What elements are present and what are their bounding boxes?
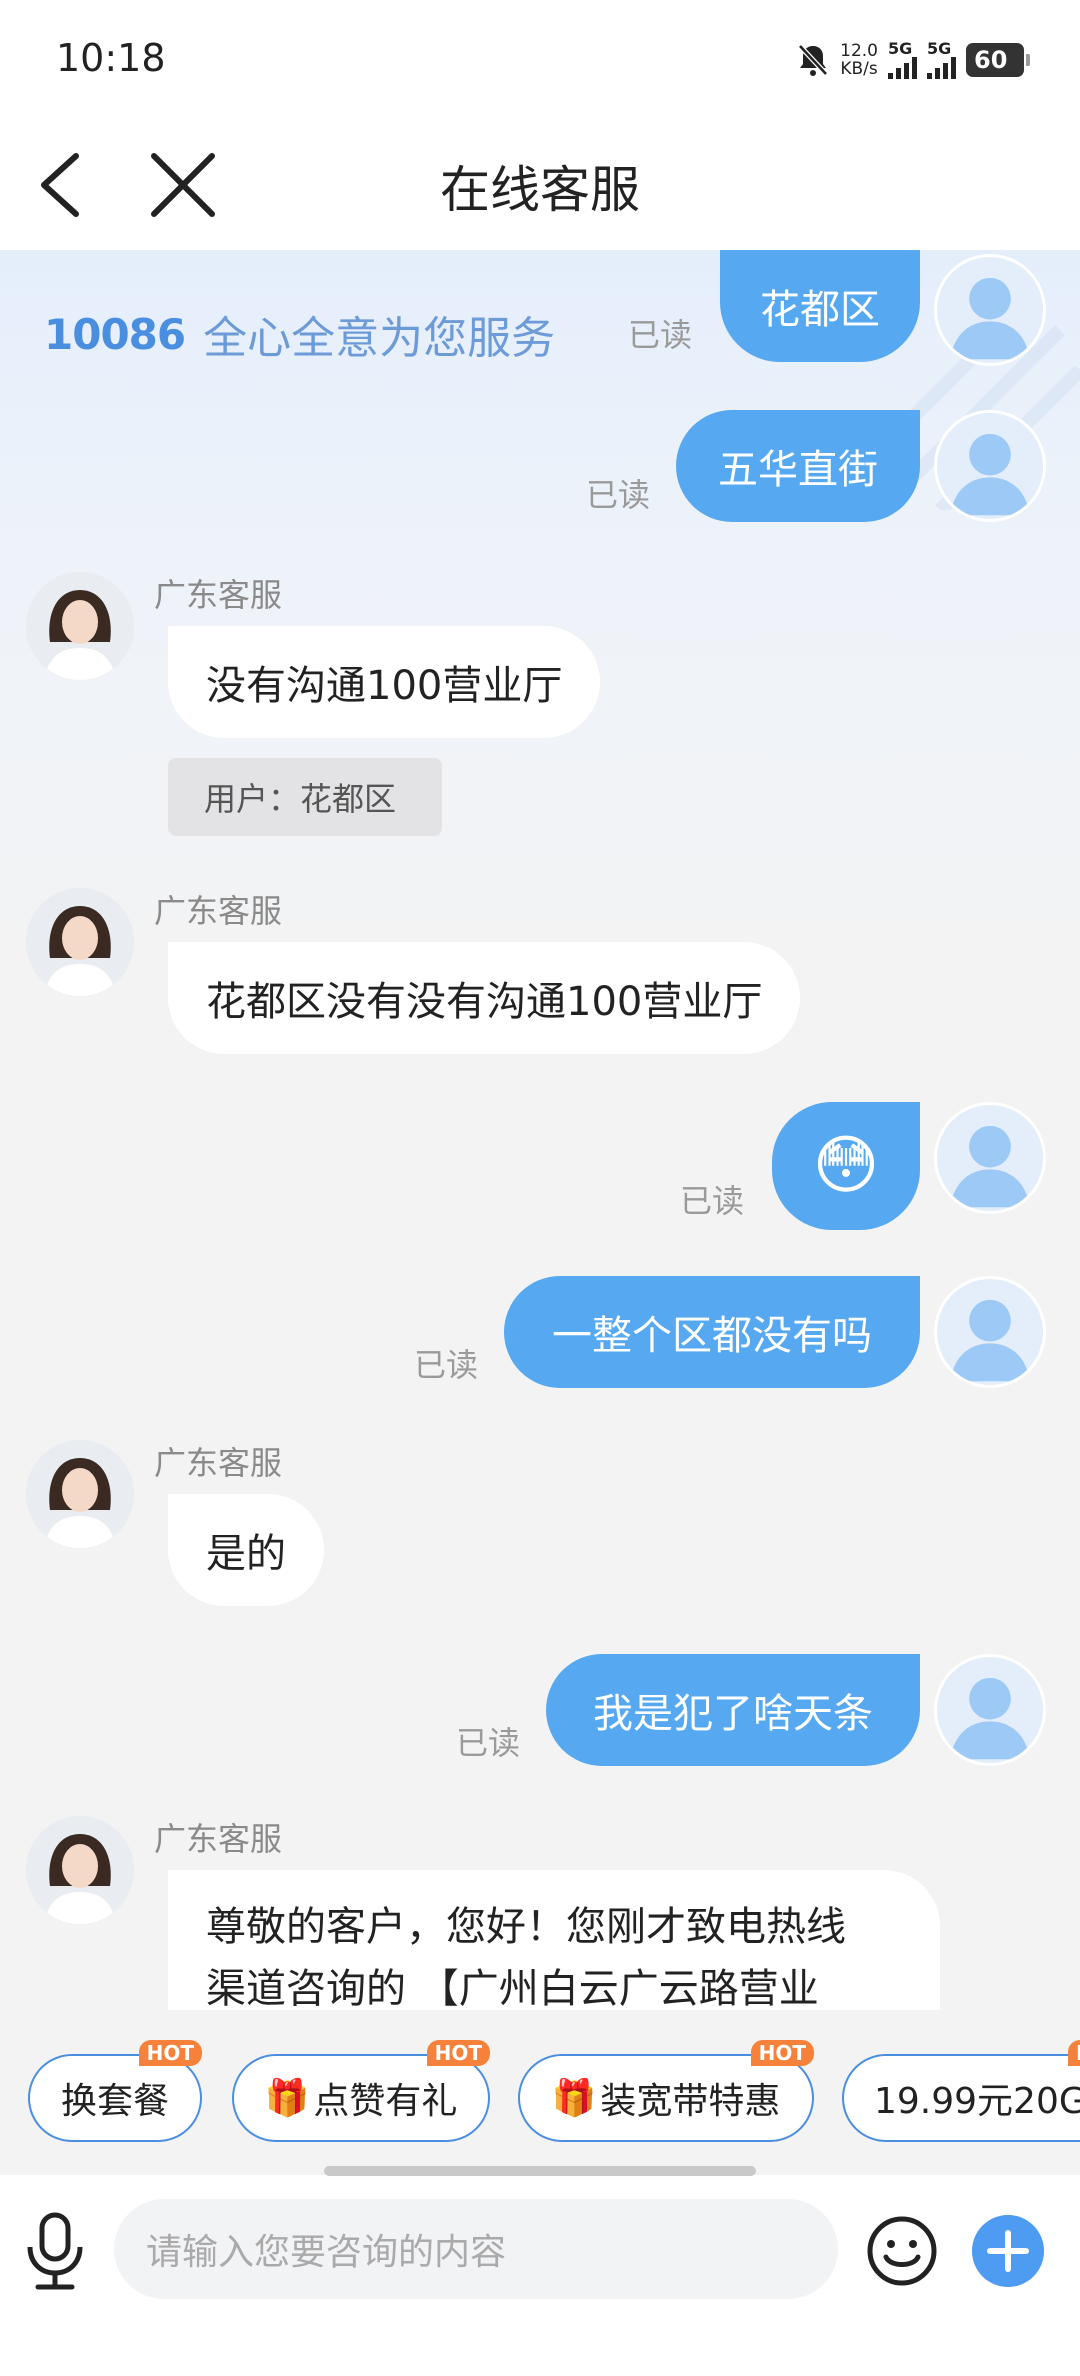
agent-avatar[interactable] [26, 572, 134, 680]
microphone-icon[interactable] [22, 2211, 88, 2291]
user-avatar-icon [950, 433, 1030, 516]
read-receipt: 已读 [628, 316, 693, 354]
agent-name: 广东客服 [154, 576, 283, 614]
agent-avatar[interactable] [26, 1440, 134, 1548]
agent-name: 广东客服 [154, 1820, 283, 1858]
agent-avatar-icon [26, 572, 134, 680]
emoji-icon[interactable] [866, 2215, 938, 2287]
page-title: 在线客服 [440, 161, 640, 219]
quick-reply-chips: 换套餐 HOT 🎁 点赞有礼 HOT 🎁 装宽带特惠 HOT 19.99元20G… [0, 2010, 1080, 2175]
signal-1: 5G [888, 41, 917, 79]
status-time: 10:18 [56, 36, 166, 80]
chip-like-gift[interactable]: 🎁 点赞有礼 HOT [232, 2040, 490, 2142]
user-avatar[interactable] [934, 1102, 1046, 1214]
signal-2: 5G [927, 41, 956, 79]
user-message-bubble[interactable]: 五华直街 [676, 410, 920, 522]
agent-avatar-icon [26, 888, 134, 996]
hot-badge: HOT [426, 2040, 490, 2066]
user-message-bubble[interactable]: 一整个区都没有吗 [504, 1276, 920, 1388]
read-receipt: 已读 [586, 476, 651, 514]
signal-bars-icon [888, 57, 917, 79]
mute-bell-icon [798, 44, 828, 76]
chat-area[interactable]: 10086 全心全意为您服务 已读 花都区 已读 五华直街 广东客服 没有沟通1… [0, 250, 1080, 2010]
banner-slogan: 全心全意为您服务 [203, 313, 556, 364]
agent-avatar-icon [26, 1816, 134, 1924]
hot-badge: HOT [1068, 2040, 1080, 2066]
user-avatar[interactable] [934, 1654, 1046, 1766]
read-receipt: 已读 [414, 1346, 479, 1384]
agent-message-bubble[interactable]: 是的 [168, 1494, 324, 1606]
gift-icon: 🎁 [551, 2078, 597, 2119]
agent-name: 广东客服 [154, 1444, 283, 1482]
agent-message-bubble[interactable]: 没有沟通100营业厅 [168, 626, 601, 738]
input-bar: 请输入您要咨询的内容 [0, 2175, 1080, 2376]
app-header: 在线客服 [0, 120, 1080, 250]
gift-icon: 🎁 [264, 2078, 310, 2119]
user-avatar-icon [950, 277, 1030, 360]
agent-message-bubble[interactable]: 尊敬的客户，您好！您刚才致电热线 渠道咨询的 【广州白云广云路营业 [168, 1870, 940, 2010]
hot-badge: HOT [750, 2040, 814, 2066]
agent-avatar-icon [26, 1440, 134, 1548]
user-avatar[interactable] [934, 1276, 1046, 1388]
chip-broadband-offer[interactable]: 🎁 装宽带特惠 HOT [518, 2040, 814, 2142]
10086-logo: 10086 [44, 309, 186, 359]
chip-data-plan[interactable]: 19.99元20GB HOT [842, 2040, 1080, 2142]
user-avatar-icon [950, 1677, 1030, 1760]
agent-avatar[interactable] [26, 1816, 134, 1924]
quoted-message: 用户：花都区 [168, 758, 442, 836]
home-indicator[interactable] [324, 2166, 756, 2176]
network-speed: 12.0 KB/s [840, 41, 878, 79]
agent-message-bubble[interactable]: 花都区没有没有沟通100营业厅 [168, 942, 801, 1054]
user-message-bubble[interactable]: 花都区 [720, 250, 920, 362]
status-bar: 10:18 12.0 KB/s 5G 5G 60 [0, 0, 1080, 120]
user-message-bubble[interactable]: 我是犯了啥天条 [546, 1654, 920, 1766]
user-avatar[interactable] [934, 254, 1046, 366]
user-emoji-bubble[interactable]: 😳 [772, 1102, 920, 1230]
read-receipt: 已读 [456, 1724, 521, 1762]
user-avatar-icon [950, 1125, 1030, 1208]
status-icons: 12.0 KB/s 5G 5G 60 [796, 38, 1030, 82]
battery-icon: 60 [966, 43, 1030, 77]
plus-icon[interactable] [972, 2215, 1044, 2287]
read-receipt: 已读 [680, 1182, 745, 1220]
message-input[interactable]: 请输入您要咨询的内容 [114, 2199, 838, 2299]
chip-change-plan[interactable]: 换套餐 HOT [28, 2040, 202, 2142]
user-avatar-icon [950, 1299, 1030, 1382]
signal-bars-icon [927, 57, 956, 79]
agent-avatar[interactable] [26, 888, 134, 996]
agent-name: 广东客服 [154, 892, 283, 930]
user-avatar[interactable] [934, 410, 1046, 522]
hot-badge: HOT [138, 2040, 202, 2066]
service-banner: 10086 全心全意为您服务 [44, 302, 555, 366]
